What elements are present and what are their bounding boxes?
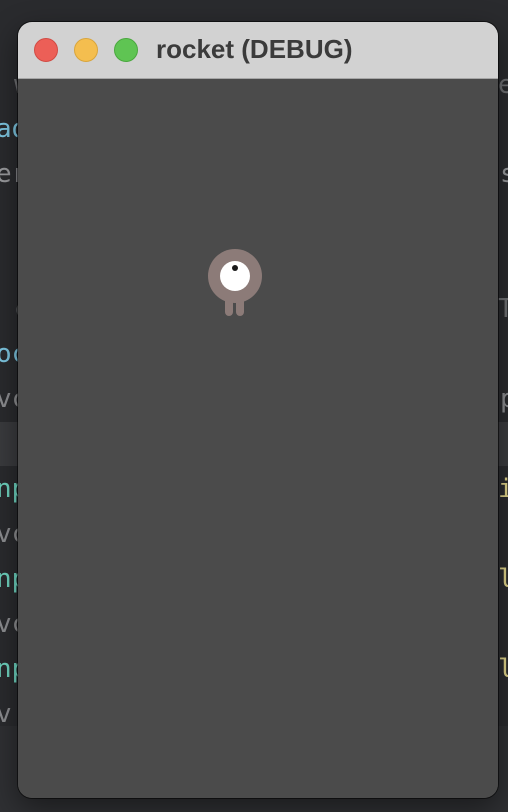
window-titlebar[interactable]: rocket (DEBUG) [18, 22, 498, 79]
editor-line-right: T [498, 294, 508, 324]
editor-line-right: e [498, 70, 508, 100]
minimize-window-button[interactable] [74, 38, 98, 62]
editor-line-right: le [498, 654, 508, 684]
editor-line-right: le [498, 564, 508, 594]
editor-line-right: i [498, 474, 508, 504]
maximize-window-button[interactable] [114, 38, 138, 62]
editor-line-right: p [500, 384, 508, 414]
one-eyed-creature-sprite [208, 249, 262, 316]
app-window: rocket (DEBUG) [18, 22, 498, 798]
editor-line-right: s [500, 159, 508, 189]
editor-line-left: v [0, 699, 12, 729]
window-title: rocket (DEBUG) [156, 34, 353, 64]
close-window-button[interactable] [34, 38, 58, 62]
creature-pupil [232, 265, 238, 271]
game-canvas[interactable] [18, 79, 498, 798]
